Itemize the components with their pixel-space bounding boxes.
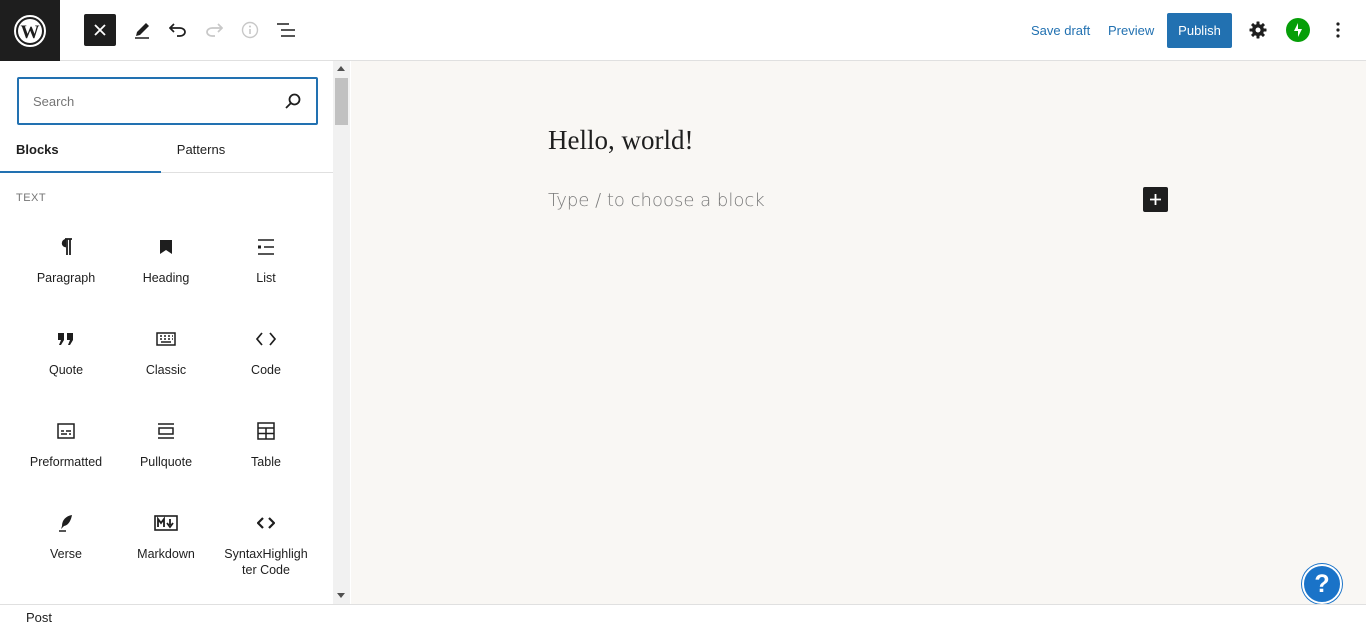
help-button[interactable]: ?: [1302, 564, 1342, 604]
block-label: Preformatted: [29, 455, 103, 469]
block-label: Classic: [145, 363, 187, 377]
table-icon: [254, 419, 278, 443]
block-label: Code: [251, 363, 281, 377]
close-inserter-button[interactable]: [84, 14, 116, 46]
block-item-classic[interactable]: Classic: [116, 313, 216, 397]
more-vertical-icon: [1336, 22, 1340, 38]
info-icon: [241, 21, 259, 39]
block-item-quote[interactable]: Quote: [16, 313, 116, 397]
pencil-icon: [135, 23, 149, 39]
details-button[interactable]: [234, 14, 266, 46]
undo-icon: [169, 23, 186, 37]
block-label: Table: [251, 455, 281, 469]
scroll-up-icon[interactable]: [337, 66, 345, 71]
list-icon: [254, 235, 278, 259]
settings-button[interactable]: [1242, 14, 1274, 46]
block-placeholder[interactable]: Type / to choose a block: [548, 190, 765, 211]
quote-icon: [54, 327, 78, 351]
classic-icon: [154, 327, 178, 351]
close-icon: [94, 24, 106, 36]
block-label: Markdown: [137, 547, 195, 561]
publish-button[interactable]: Publish: [1167, 13, 1232, 48]
tab-blocks[interactable]: Blocks: [0, 137, 161, 173]
post-title[interactable]: Hello, world!: [548, 125, 693, 156]
editor-canvas: Hello, world! Type / to choose a block ?: [351, 61, 1366, 604]
scrollbar-thumb[interactable]: [335, 78, 348, 125]
jetpack-icon[interactable]: [1286, 18, 1310, 42]
list-view-icon: [277, 23, 295, 37]
code-icon: [254, 327, 278, 351]
section-label-text: TEXT: [16, 192, 47, 204]
block-item-preformatted[interactable]: Preformatted: [16, 405, 116, 489]
block-item-list[interactable]: List: [216, 221, 316, 305]
block-label: List: [256, 271, 276, 285]
undo-button[interactable]: [162, 14, 194, 46]
gear-icon: [1249, 21, 1267, 39]
redo-icon: [206, 23, 223, 37]
search-box: [17, 77, 318, 125]
block-label: Paragraph: [36, 271, 96, 285]
paragraph-icon: [54, 235, 78, 259]
block-item-markdown[interactable]: Markdown: [116, 497, 216, 581]
preview-button[interactable]: Preview: [1108, 22, 1154, 40]
add-block-button[interactable]: [1143, 187, 1168, 212]
block-label: SyntaxHighlighter Code: [224, 547, 308, 577]
verse-icon: [54, 511, 78, 535]
save-draft-button[interactable]: Save draft: [1031, 22, 1090, 40]
list-view-button[interactable]: [270, 14, 302, 46]
svg-text:W: W: [21, 22, 40, 43]
block-label: Quote: [48, 363, 84, 377]
syntaxhighlighter-icon: [254, 511, 278, 535]
markdown-icon: [154, 511, 178, 535]
breadcrumb[interactable]: Post: [26, 610, 52, 625]
sidebar-scrollbar[interactable]: [333, 61, 350, 604]
editor-header: W Save draft Preview Publish: [0, 0, 1366, 61]
wordpress-logo-icon[interactable]: W: [0, 0, 60, 61]
block-item-syntaxhighlighter[interactable]: SyntaxHighlighter Code: [216, 497, 316, 581]
block-label: Verse: [50, 547, 82, 561]
search-icon: [285, 93, 301, 109]
scroll-down-icon[interactable]: [337, 593, 345, 598]
inserter-tabs: Blocks Patterns: [0, 137, 333, 173]
options-button[interactable]: [1322, 14, 1354, 46]
preformatted-icon: [54, 419, 78, 443]
block-label: Heading: [142, 271, 190, 285]
block-item-code[interactable]: Code: [216, 313, 316, 397]
block-item-table[interactable]: Table: [216, 405, 316, 489]
block-item-paragraph[interactable]: Paragraph: [16, 221, 116, 305]
block-inserter-panel: Blocks Patterns TEXT Paragraph Heading L…: [0, 61, 333, 604]
pullquote-icon: [154, 419, 178, 443]
tools-edit-button[interactable]: [126, 14, 158, 46]
block-item-verse[interactable]: Verse: [16, 497, 116, 581]
block-item-heading[interactable]: Heading: [116, 221, 216, 305]
redo-button[interactable]: [198, 14, 230, 46]
block-label: Pullquote: [139, 455, 193, 469]
tab-patterns[interactable]: Patterns: [161, 137, 241, 173]
block-item-pullquote[interactable]: Pullquote: [116, 405, 216, 489]
plus-icon: [1150, 194, 1161, 205]
editor-footer: Post: [0, 604, 1366, 630]
search-input[interactable]: [33, 79, 263, 123]
heading-icon: [154, 235, 178, 259]
